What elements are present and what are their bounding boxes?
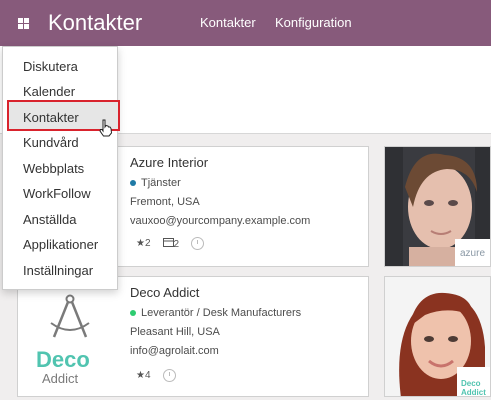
contact-location: Fremont, USA <box>130 196 200 208</box>
tag-dot-icon <box>130 180 136 186</box>
contact-name: Deco Addict <box>130 285 200 300</box>
meeting-count[interactable]: 2 <box>162 237 179 250</box>
menu-item-settings[interactable]: Inställningar <box>23 263 93 278</box>
contact-photo: azure <box>384 146 491 267</box>
contact-email: info@agrolait.com <box>130 345 219 357</box>
compass-logo-icon <box>50 294 90 338</box>
menu-item-contacts[interactable]: Kontakter <box>23 110 79 125</box>
star-count[interactable]: ★4 <box>136 370 151 381</box>
tag-label: Leverantör / Desk Manufacturers <box>141 307 302 319</box>
company-logo-azure: azure <box>460 248 486 259</box>
menu-item-employees[interactable]: Anställda <box>23 212 76 227</box>
menu-item-workfollow[interactable]: WorkFollow <box>23 186 91 201</box>
logo-word-addict: Addict <box>42 371 79 386</box>
activity-clock-icon[interactable] <box>191 237 205 250</box>
calendar-icon <box>162 238 174 247</box>
menu-item-calendar[interactable]: Kalender <box>23 84 75 99</box>
tag-label: Tjänster <box>141 177 181 189</box>
menu-item-website[interactable]: Webbplats <box>23 161 84 176</box>
contact-email: vauxoo@yourcompany.example.com <box>130 215 311 227</box>
card-activity-row: ★4 <box>136 369 176 382</box>
hand-cursor-icon <box>99 119 113 142</box>
logo-word-deco: Deco <box>36 347 90 372</box>
menu-item-crm[interactable]: Kundvård <box>23 135 79 150</box>
tag-dot-icon <box>130 310 136 316</box>
nav-link-configuration[interactable]: Konfiguration <box>275 15 352 30</box>
menu-item-apps[interactable]: Applikationer <box>23 237 98 252</box>
company-logo: Deco Addict <box>30 291 110 391</box>
contact-tag: Tjänster <box>130 177 181 189</box>
company-logo-deco: Deco Addict <box>461 379 486 397</box>
contact-name: Azure Interior <box>130 155 209 170</box>
contact-tag: Leverantör / Desk Manufacturers <box>130 307 301 319</box>
star-count[interactable]: ★2 <box>136 238 151 249</box>
contact-card[interactable]: Deco Addict Deco Addict Leverantör / Des… <box>17 276 369 397</box>
activity-clock-icon[interactable] <box>162 369 176 382</box>
top-navbar: Kontakter Kontakter Konfiguration <box>0 0 491 46</box>
apps-dropdown-menu: Diskutera Kalender Kontakter Kundvård We… <box>2 46 120 290</box>
app-title: Kontakter <box>48 10 143 35</box>
nav-link-contacts[interactable]: Kontakter <box>200 15 256 30</box>
contact-location: Pleasant Hill, USA <box>130 326 220 338</box>
card-activity-row: ★2 2 <box>136 237 205 250</box>
apps-menu-icon[interactable] <box>0 0 46 46</box>
contact-photo: Deco Addict <box>384 276 491 397</box>
menu-item-discuss[interactable]: Diskutera <box>23 59 78 74</box>
